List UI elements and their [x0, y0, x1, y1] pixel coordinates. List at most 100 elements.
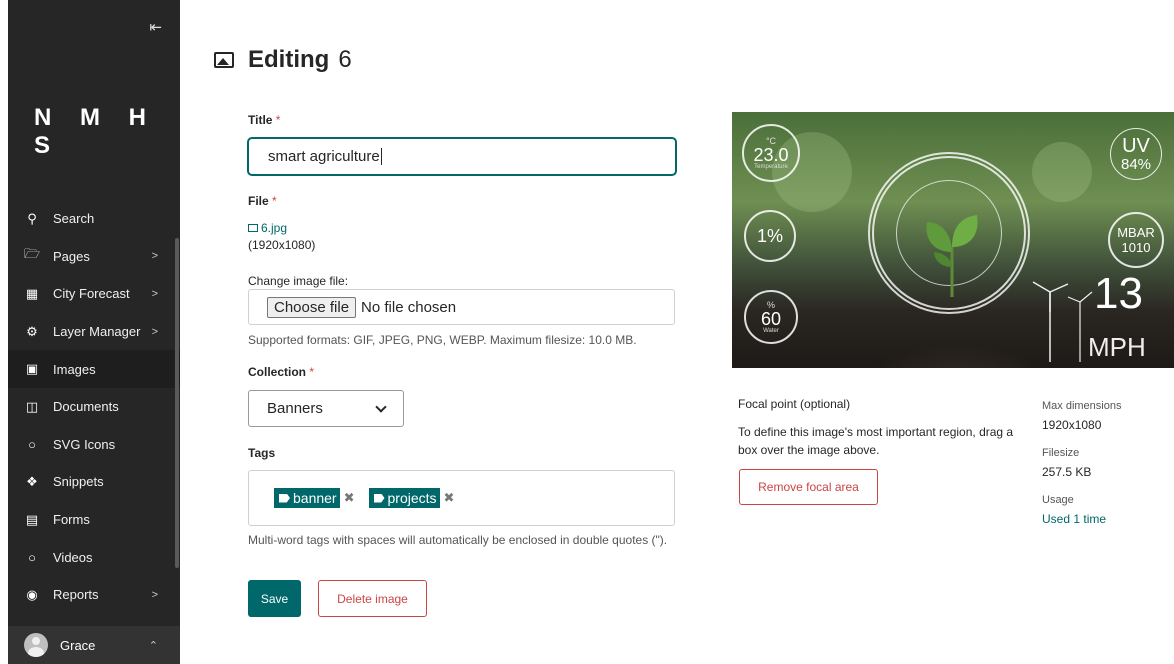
- chevron-up-icon: ⌃: [148, 639, 158, 652]
- chevron-right-icon: >: [151, 250, 158, 263]
- title-value: smart agriculture: [268, 148, 380, 165]
- collection-select[interactable]: Banners: [248, 390, 404, 427]
- circle-icon: ○: [28, 549, 36, 565]
- sidebar-item-label: Snippets: [53, 474, 104, 490]
- collection-label-text: Collection: [248, 365, 307, 379]
- filesize-value: 257.5 KB: [1042, 465, 1092, 479]
- avatar: [24, 633, 48, 657]
- remove-tag-icon[interactable]: ✖: [344, 490, 355, 506]
- image-preview[interactable]: °C 23.0 Temperature 1% % 60 Water UV 84%…: [732, 112, 1174, 368]
- focal-point-description: To define this image's most important re…: [738, 425, 1014, 457]
- sidebar-item-label: Documents: [53, 399, 119, 415]
- document-icon: ◫: [25, 398, 39, 414]
- pressure-value: 1010: [1121, 240, 1151, 255]
- temperature-gauge: °C 23.0 Temperature: [742, 124, 800, 182]
- globe-icon: ◉: [26, 586, 38, 602]
- water-value: 60: [760, 309, 782, 329]
- file-link[interactable]: 6.jpg: [248, 221, 287, 235]
- tag-chip: projects: [368, 488, 440, 508]
- sidebar-item-label: SVG Icons: [53, 436, 116, 452]
- tag-label: projects: [387, 490, 437, 506]
- tag-icon: [279, 493, 290, 503]
- max-dimensions-label: Max dimensions: [1042, 400, 1122, 412]
- page-header: Editing 6: [214, 46, 352, 74]
- tags-label: Tags: [248, 446, 276, 460]
- sidebar-item-label: City Forecast: [53, 286, 130, 302]
- delete-image-button[interactable]: Delete image: [318, 580, 427, 617]
- sidebar-item-label: Images: [53, 361, 96, 377]
- tags-help: Multi-word tags with spaces will automat…: [248, 533, 668, 547]
- chevron-right-icon: >: [151, 325, 158, 338]
- chevron-down-icon: [375, 401, 387, 413]
- title-label-text: Title: [248, 113, 273, 127]
- sidebar-item-pages[interactable]: 🗁 Pages >: [8, 238, 180, 276]
- sidebar-item-documents[interactable]: ◫ Documents: [8, 388, 180, 426]
- sidebar: ⇤ N M H S ⚲ Search 🗁 Pages > ▦ City Forecast > ⚙…: [8, 0, 180, 664]
- sidebar-item-forms[interactable]: ▤ Forms: [8, 501, 180, 539]
- humidity-gauge: 1%: [744, 210, 796, 262]
- uv-gauge: UV 84%: [1110, 128, 1162, 180]
- uv-value: 84%: [1120, 155, 1152, 173]
- required-marker: *: [309, 365, 315, 379]
- sidebar-item-label: Videos: [53, 549, 93, 565]
- sidebar-scrollbar[interactable]: [175, 238, 179, 568]
- site-logo[interactable]: N M H S: [34, 104, 180, 160]
- remove-focal-area-button[interactable]: Remove focal area: [739, 469, 878, 505]
- file-dimensions: (1920x1080): [248, 238, 316, 252]
- chevron-right-icon: >: [151, 287, 158, 300]
- sidebar-item-svg-icons[interactable]: ○ SVG Icons: [8, 426, 180, 464]
- sidebar-item-snippets[interactable]: ❖ Snippets: [8, 463, 180, 501]
- usage-label: Usage: [1042, 494, 1074, 506]
- sidebar-item-label: Forms: [53, 512, 90, 528]
- usage-link[interactable]: Used 1 time: [1042, 512, 1106, 526]
- required-marker: *: [275, 113, 281, 127]
- sidebar-item-layer-manager[interactable]: ⚙ Layer Manager >: [8, 313, 180, 351]
- form-icon: ▤: [25, 511, 39, 527]
- filesize-label: Filesize: [1042, 447, 1080, 459]
- wind-speed-unit: MPH: [1088, 332, 1146, 362]
- sidebar-item-city-forecast[interactable]: ▦ City Forecast >: [8, 275, 180, 313]
- sidebar-item-label: Layer Manager: [53, 324, 141, 340]
- sidebar-item-label: Pages: [53, 248, 90, 264]
- text-caret: [380, 148, 382, 165]
- focal-point-title-text: Focal point: [738, 397, 797, 411]
- tags-input[interactable]: banner ✖ projects ✖: [248, 470, 675, 526]
- humidity-value: 1%: [756, 226, 783, 246]
- temperature-value: 23.0: [753, 145, 789, 165]
- tag-icon: [373, 493, 385, 503]
- collapse-sidebar-icon[interactable]: ⇤: [149, 18, 162, 36]
- sprout-icon: [926, 215, 978, 297]
- water-gauge: % 60 Water: [744, 290, 798, 344]
- file-label: File *: [248, 194, 277, 208]
- sidebar-item-images[interactable]: ▣ Images: [8, 350, 180, 388]
- file-input[interactable]: Choose file No file chosen: [248, 289, 675, 325]
- sidebar-item-label: Reports: [53, 587, 99, 603]
- sidebar-item-videos[interactable]: ○ Videos: [8, 538, 180, 576]
- image-id: 6: [338, 46, 352, 73]
- pressure-label: MBAR: [1117, 225, 1155, 240]
- snippet-icon: ❖: [26, 473, 38, 489]
- focal-point-optional: (optional): [800, 397, 851, 411]
- remove-tag-icon[interactable]: ✖: [444, 490, 455, 506]
- image-icon: [214, 52, 234, 68]
- save-button[interactable]: Save: [248, 580, 301, 617]
- sidebar-item-reports[interactable]: ◉ Reports >: [8, 576, 180, 614]
- circle-icon: ○: [28, 436, 36, 452]
- sidebar-nav: ⚲ Search 🗁 Pages > ▦ City Forecast > ⚙ Layer Mana…: [8, 200, 180, 614]
- bokeh-light: [1032, 142, 1092, 202]
- collection-label: Collection *: [248, 365, 314, 379]
- uv-label: UV: [1122, 134, 1150, 157]
- formats-help: Supported formats: GIF, JPEG, PNG, WEBP.…: [248, 333, 637, 347]
- account-name: Grace: [60, 637, 96, 653]
- chevron-right-icon: >: [151, 588, 158, 601]
- title-label: Title *: [248, 113, 280, 127]
- pressure-gauge: MBAR 1010: [1108, 212, 1164, 268]
- choose-file-button[interactable]: Choose file: [267, 296, 357, 318]
- cog-icon: ⚙: [26, 323, 38, 339]
- account-menu[interactable]: Grace ⌃: [8, 626, 180, 664]
- max-dimensions-value: 1920x1080: [1042, 418, 1102, 432]
- sidebar-item-search[interactable]: ⚲ Search: [8, 200, 180, 238]
- tag-label: banner: [293, 490, 337, 506]
- image-icon: ▣: [25, 361, 39, 377]
- title-input[interactable]: smart agriculture: [247, 137, 677, 176]
